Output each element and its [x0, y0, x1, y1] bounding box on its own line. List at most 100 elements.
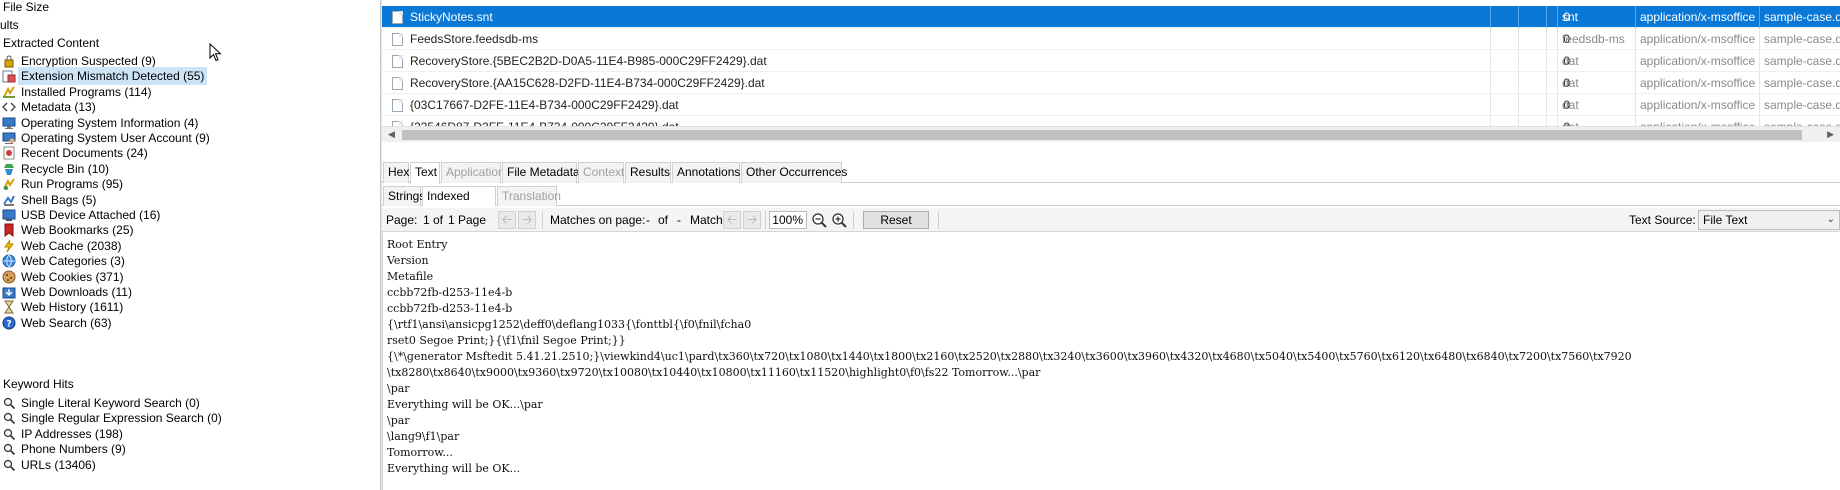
recycle-bin-icon	[2, 162, 16, 176]
text-content-area[interactable]: Root Entry Version Metafile ccbb72fb-d253-1…	[382, 233, 1840, 490]
mime-type-cell: application/x-msoffice	[1635, 72, 1759, 94]
extension-cell: feedsdb-ms	[1557, 28, 1635, 50]
table-row[interactable]: RecoveryStore.{AA15C628-D2FD-11E4-B734-0…	[382, 72, 1840, 94]
score-cell	[1490, 6, 1518, 28]
tab-results[interactable]: Results	[625, 162, 671, 183]
file-name: FeedsStore.feedsdb-ms	[410, 32, 539, 46]
mouse-pointer-icon	[209, 43, 222, 62]
tab-file-metadata[interactable]: File Metadata	[502, 162, 580, 183]
prev-page-button[interactable]: 🡠	[498, 211, 516, 229]
zoom-field[interactable]: 100%	[769, 211, 807, 229]
content-viewer-tabs: Hex Text Application File Metadata Context Re…	[382, 162, 1840, 184]
directory-tree[interactable]: File Size ults Extracted Content Encrypt…	[0, 0, 380, 490]
page-label: Page:	[386, 213, 418, 227]
tree-node-label: Extracted Content	[3, 36, 100, 50]
subtab-indexed-text[interactable]: Indexed Text	[422, 186, 496, 221]
text-line: Metafile	[387, 270, 434, 283]
next-match-button[interactable]: 🡢	[743, 211, 761, 229]
file-name-cell[interactable]: RecoveryStore.{5BEC2B2D-D0A5-11E4-B985-0…	[382, 50, 1490, 72]
matches-of-label: of	[658, 213, 669, 227]
file-name: {22546D87-D2FE-11E4-B734-000C29FF2429}.d…	[410, 116, 679, 126]
mime-type-cell: application/x-msoffice	[1635, 116, 1759, 126]
tab-application[interactable]: Application	[441, 162, 505, 183]
file-icon	[392, 99, 403, 112]
file-name: RecoveryStore.{AA15C628-D2FD-11E4-B734-0…	[410, 76, 765, 90]
text-source-label: Text Source:	[1629, 213, 1696, 227]
score-cell	[1490, 116, 1518, 126]
scroll-right-icon[interactable]: ▶	[1827, 129, 1834, 140]
text-line: \par	[387, 414, 410, 427]
tree-node-label: File Size	[3, 0, 50, 14]
tree-node-label: Keyword Hits	[3, 377, 74, 391]
file-name: {03C17667-D2FE-11E4-B734-000C29FF2429}.d…	[410, 98, 679, 112]
subtab-translation[interactable]: Translation	[497, 186, 561, 206]
comment-cell	[1518, 6, 1546, 28]
lock-icon	[2, 54, 16, 68]
text-source-select[interactable]: File Text ⌄	[1698, 210, 1840, 230]
tab-annotations[interactable]: Annotations	[672, 162, 740, 183]
text-source-value: File Text	[1703, 213, 1748, 227]
horizontal-scrollbar[interactable]: ◀ ▶	[382, 126, 1840, 142]
score-cell	[1490, 50, 1518, 72]
tree-node-label: URLs (13406)	[21, 457, 96, 472]
tab-text[interactable]: Text	[410, 162, 440, 184]
text-line: Root Entry	[387, 238, 448, 251]
data-source-cell: sample-case.dd	[1759, 94, 1840, 116]
text-line: {\rtf1\ansi\ansicpg1252\deff0\deflang103…	[387, 318, 752, 331]
matches-value: -	[646, 213, 650, 227]
zoom-out-icon[interactable]	[810, 211, 828, 229]
comment-cell	[1518, 28, 1546, 50]
match-label: Match	[690, 213, 723, 227]
zoom-in-icon[interactable]	[830, 211, 848, 229]
toolbar-divider	[938, 211, 939, 229]
file-name-cell[interactable]: RecoveryStore.{AA15C628-D2FD-11E4-B734-0…	[382, 72, 1490, 94]
scrollbar-thumb[interactable]	[402, 130, 1802, 140]
score-cell	[1490, 72, 1518, 94]
prev-match-button[interactable]: 🡠	[723, 211, 741, 229]
usb-icon	[2, 208, 16, 222]
table-row[interactable]: StickyNotes.snt 0 snt application/x-msoffic…	[382, 6, 1840, 28]
page-of-label: of	[433, 213, 444, 227]
tab-hex[interactable]: Hex	[383, 162, 409, 183]
recent-documents-icon	[2, 146, 16, 160]
text-line: \lang9\f1\par	[387, 430, 460, 443]
extension-cell: snt	[1557, 6, 1635, 28]
data-source-cell: sample-case.dd	[1759, 50, 1840, 72]
results-table[interactable]: StickyNotes.snt 0 snt application/x-msoffic…	[382, 0, 1840, 126]
cookie-icon	[2, 270, 16, 284]
file-name-cell[interactable]: FeedsStore.feedsdb-ms	[382, 28, 1490, 50]
table-row[interactable]: {03C17667-D2FE-11E4-B734-000C29FF2429}.d…	[382, 94, 1840, 116]
mime-type-cell: application/x-msoffice	[1635, 94, 1759, 116]
table-row[interactable]: RecoveryStore.{5BEC2B2D-D0A5-11E4-B985-0…	[382, 50, 1840, 72]
shell-bags-icon	[2, 193, 16, 207]
comment-cell	[1518, 50, 1546, 72]
globe-icon	[2, 254, 16, 268]
mime-type-cell: application/x-msoffice	[1635, 28, 1759, 50]
file-name-cell[interactable]: {22546D87-D2FE-11E4-B734-000C29FF2429}.d…	[382, 116, 1490, 126]
toolbar-divider	[853, 211, 854, 229]
extension-cell: dat	[1557, 50, 1635, 72]
bookmark-icon	[2, 223, 16, 238]
text-toolbar: Page: 1 of 1 Page 🡠 🡢 Matches on page: -…	[382, 208, 1840, 232]
text-line: rset0 Segoe Print;}{\f1\fnil Segoe Print…	[387, 334, 626, 347]
hourglass-icon	[2, 300, 16, 314]
extension-cell: dat	[1557, 72, 1635, 94]
scroll-left-icon[interactable]: ◀	[388, 129, 395, 140]
table-row[interactable]: {22546D87-D2FE-11E4-B734-000C29FF2429}.d…	[382, 116, 1840, 126]
tab-context[interactable]: Context	[578, 162, 624, 183]
tab-other-occurrences[interactable]: Other Occurrences	[741, 162, 847, 183]
file-name-cell[interactable]: StickyNotes.snt	[382, 6, 1490, 28]
table-row[interactable]: FeedsStore.feedsdb-ms 0 feedsdb-ms applicat…	[382, 28, 1840, 50]
page-total: 1 Page	[448, 213, 487, 227]
file-name-cell[interactable]: {03C17667-D2FE-11E4-B734-000C29FF2429}.d…	[382, 94, 1490, 116]
text-line: ccbb72fb-d253-11e4-b	[387, 302, 513, 315]
tree-node-label: Web Search (63)	[21, 315, 112, 330]
matches-total: -	[677, 213, 681, 227]
computer-icon	[2, 116, 16, 130]
reset-button[interactable]: Reset	[863, 211, 929, 229]
file-icon	[392, 55, 403, 68]
next-page-button[interactable]: 🡢	[518, 211, 536, 229]
data-source-cell: sample-case.dd	[1759, 28, 1840, 50]
text-line: {\*\generator Msftedit 5.41.21.2510;}\vi…	[387, 350, 1632, 363]
subtab-strings[interactable]: Strings	[383, 186, 425, 206]
